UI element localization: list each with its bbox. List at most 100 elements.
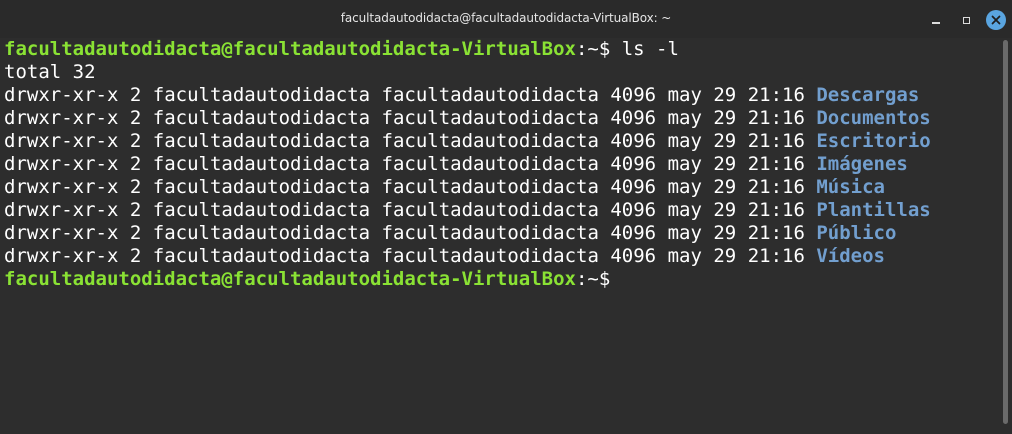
entry-group: facultadautodidacta — [381, 245, 599, 267]
entry-day: 29 — [713, 245, 737, 267]
entry-owner: facultadautodidacta — [152, 222, 371, 244]
entry-links: 2 — [129, 245, 142, 267]
entry-perms: drwxr-xr-x — [4, 245, 119, 267]
close-button[interactable] — [986, 10, 1006, 30]
entry-day: 29 — [713, 84, 737, 106]
entry-group: facultadautodidacta — [381, 222, 599, 244]
entry-perms: drwxr-xr-x — [4, 153, 119, 175]
entry-month: may — [667, 130, 702, 152]
entry-day: 29 — [713, 107, 737, 129]
entry-time: 21:16 — [747, 222, 805, 244]
entry-directory-name: Música — [816, 176, 885, 198]
entry-day: 29 — [713, 153, 737, 175]
entry-directory-name: Público — [816, 222, 897, 244]
entry-month: may — [667, 107, 702, 129]
minimize-button[interactable] — [926, 10, 946, 30]
entry-owner: facultadautodidacta — [152, 199, 371, 221]
terminal-window: facultadautodidacta@facultadautodidacta-… — [0, 0, 1012, 434]
entry-month: may — [667, 199, 702, 221]
entry-perms: drwxr-xr-x — [4, 130, 119, 152]
entry-time: 21:16 — [747, 245, 805, 267]
maximize-button[interactable] — [956, 10, 976, 30]
prompt-path: :~ — [575, 38, 599, 60]
ls-entry-row: drwxr-xr-x 2 facultadautodidacta faculta… — [4, 107, 931, 130]
prompt-line: facultadautodidacta@facultadautodidacta-… — [4, 268, 610, 291]
entry-links: 2 — [129, 84, 142, 106]
entry-size: 4096 — [610, 130, 657, 152]
entry-group: facultadautodidacta — [381, 130, 599, 152]
entry-month: may — [667, 153, 702, 175]
entry-owner: facultadautodidacta — [152, 107, 371, 129]
prompt-symbol: $ — [598, 268, 611, 290]
entry-day: 29 — [713, 130, 737, 152]
entry-directory-name: Imágenes — [816, 153, 908, 175]
entry-month: may — [667, 245, 702, 267]
entry-owner: facultadautodidacta — [152, 130, 371, 152]
entry-directory-name: Plantillas — [816, 199, 931, 221]
title-bar[interactable]: facultadautodidacta@facultadautodidacta-… — [0, 0, 1012, 38]
scrollbar[interactable] — [1000, 38, 1012, 434]
entry-perms: drwxr-xr-x — [4, 176, 119, 198]
entry-perms: drwxr-xr-x — [4, 84, 119, 106]
prompt-userhost: facultadautodidacta@facultadautodidacta-… — [4, 268, 576, 290]
ls-entry-row: drwxr-xr-x 2 facultadautodidacta faculta… — [4, 153, 908, 176]
entry-size: 4096 — [610, 84, 657, 106]
entry-directory-name: Descargas — [816, 84, 920, 106]
entry-size: 4096 — [610, 245, 657, 267]
entry-group: facultadautodidacta — [381, 176, 599, 198]
window-title: facultadautodidacta@facultadautodidacta-… — [340, 11, 672, 25]
terminal-output[interactable]: facultadautodidacta@facultadautodidacta-… — [0, 38, 1000, 434]
entry-owner: facultadautodidacta — [152, 245, 371, 267]
prompt-path: :~ — [575, 268, 599, 290]
entry-links: 2 — [129, 199, 142, 221]
entry-size: 4096 — [610, 107, 657, 129]
close-icon — [991, 15, 1001, 25]
entry-links: 2 — [129, 176, 142, 198]
prompt-line: facultadautodidacta@facultadautodidacta-… — [4, 38, 679, 61]
entry-perms: drwxr-xr-x — [4, 107, 119, 129]
entry-links: 2 — [129, 107, 142, 129]
scrollbar-thumb[interactable] — [1003, 40, 1008, 424]
entry-directory-name: Documentos — [816, 107, 931, 129]
entry-perms: drwxr-xr-x — [4, 222, 119, 244]
entry-directory-name: Vídeos — [816, 245, 885, 267]
ls-entry-row: drwxr-xr-x 2 facultadautodidacta faculta… — [4, 222, 896, 245]
entry-owner: facultadautodidacta — [152, 153, 371, 175]
entry-month: may — [667, 176, 702, 198]
maximize-icon — [962, 16, 970, 24]
entry-month: may — [667, 222, 702, 244]
entry-perms: drwxr-xr-x — [4, 199, 119, 221]
prompt-userhost: facultadautodidacta@facultadautodidacta-… — [4, 38, 576, 60]
prompt-symbol: $ — [598, 38, 622, 60]
entry-size: 4096 — [610, 153, 657, 175]
entry-group: facultadautodidacta — [381, 199, 599, 221]
entry-time: 21:16 — [747, 153, 805, 175]
entry-group: facultadautodidacta — [381, 84, 599, 106]
entry-owner: facultadautodidacta — [152, 176, 371, 198]
entry-month: may — [667, 84, 702, 106]
ls-entry-row: drwxr-xr-x 2 facultadautodidacta faculta… — [4, 130, 931, 153]
minimize-icon — [932, 22, 940, 24]
entry-links: 2 — [129, 222, 142, 244]
command-text: ls -l — [621, 38, 679, 60]
ls-entry-row: drwxr-xr-x 2 facultadautodidacta faculta… — [4, 84, 919, 107]
entry-time: 21:16 — [747, 199, 805, 221]
ls-entry-row: drwxr-xr-x 2 facultadautodidacta faculta… — [4, 199, 931, 222]
entry-group: facultadautodidacta — [381, 153, 599, 175]
entry-day: 29 — [713, 176, 737, 198]
entry-day: 29 — [713, 199, 737, 221]
entry-owner: facultadautodidacta — [152, 84, 371, 106]
entry-links: 2 — [129, 130, 142, 152]
total-line: total 32 — [4, 61, 96, 83]
entry-time: 21:16 — [747, 176, 805, 198]
ls-entry-row: drwxr-xr-x 2 facultadautodidacta faculta… — [4, 176, 885, 199]
entry-time: 21:16 — [747, 107, 805, 129]
ls-entry-row: drwxr-xr-x 2 facultadautodidacta faculta… — [4, 245, 885, 268]
entry-size: 4096 — [610, 222, 657, 244]
entry-directory-name: Escritorio — [816, 130, 931, 152]
entry-day: 29 — [713, 222, 737, 244]
entry-time: 21:16 — [747, 84, 805, 106]
entry-size: 4096 — [610, 176, 657, 198]
entry-group: facultadautodidacta — [381, 107, 599, 129]
entry-links: 2 — [129, 153, 142, 175]
